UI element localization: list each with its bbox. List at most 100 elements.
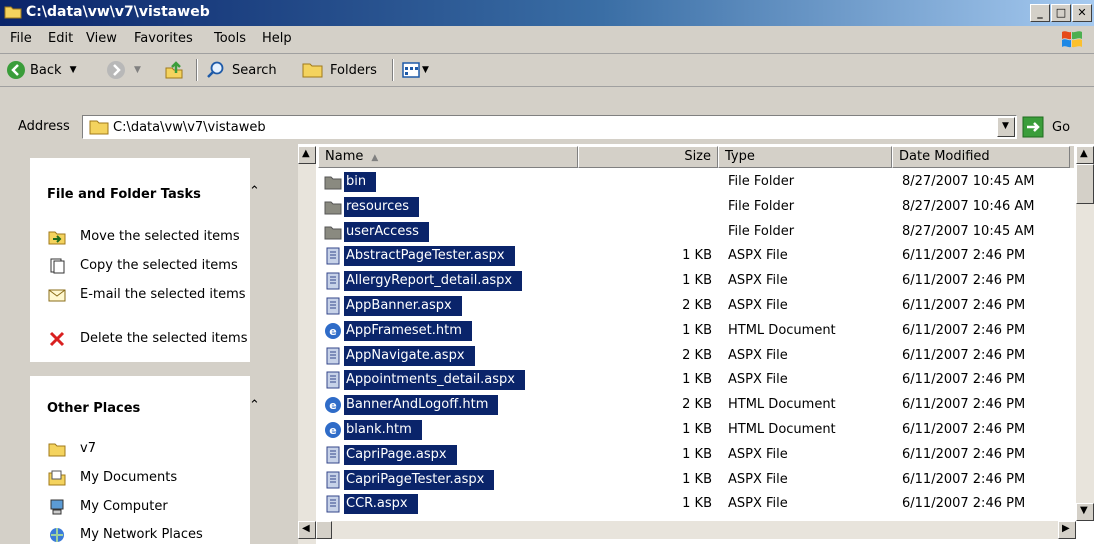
column-header-name[interactable]: Name ▲ [318,146,578,168]
scroll-up-button[interactable]: ▲ [1076,146,1094,164]
file-type: ASPX File [728,446,788,462]
column-label: Type [725,149,755,164]
column-header-size[interactable]: Size [578,146,718,168]
file-row[interactable]: AllergyReport_detail.aspx 1 KB ASPX File 6/… [318,269,1074,293]
file-type: File Folder [728,198,795,214]
file-name: resources [344,196,420,217]
html-document-icon: e [324,421,342,439]
html-document-icon: e [324,322,342,340]
file-name-cell[interactable]: AppBanner.aspx [324,296,462,316]
scroll-thumb[interactable] [1076,164,1094,204]
file-size: 1 KB [682,248,712,264]
file-type: HTML Document [728,422,836,437]
file-name-cell[interactable]: bin [324,172,377,192]
column-header-date[interactable]: Date Modified [892,146,1070,168]
file-type: File Folder [728,174,795,189]
views-icon [402,62,420,78]
maximize-button[interactable]: □ [1051,4,1071,22]
email-icon [48,289,66,302]
up-folder-button[interactable] [164,58,184,82]
search-button[interactable]: Search [206,58,277,82]
file-row[interactable]: e BannerAndLogoff.htm 2 KB HTML Document 6/1… [318,393,1074,417]
file-name: AppFrameset.htm [344,320,472,341]
scroll-thumb[interactable] [316,521,332,539]
file-row[interactable]: bin File Folder 8/27/2007 10:45 AM [318,170,1074,194]
file-date: 6/11/2007 2:46 PM [902,273,1026,289]
network-places-icon [50,528,64,542]
scroll-right-button[interactable]: ▶ [1058,521,1076,539]
file-size: 1 KB [682,446,712,462]
menu-edit[interactable]: Edit [48,31,73,46]
svg-text:e: e [329,424,336,437]
panel-header[interactable]: File and Folder Tasks ⌃ [30,158,260,202]
file-name-cell[interactable]: AppNavigate.aspx [324,345,475,366]
my-computer-icon [50,499,64,515]
windows-logo-icon [1062,31,1082,48]
file-type: ASPX File [728,372,788,388]
file-name-cell[interactable]: e BannerAndLogoff.htm [324,395,499,416]
folders-button[interactable]: Folders [302,58,377,82]
menu-file[interactable]: File [10,31,32,46]
views-button[interactable]: ▼ [402,58,429,82]
file-name-cell[interactable]: AbstractPageTester.aspx [324,246,515,267]
file-row[interactable]: AbstractPageTester.aspx 1 KB ASPX File 6/11… [318,244,1074,268]
file-date: 6/11/2007 2:46 PM [902,471,1026,487]
file-row[interactable]: resources File Folder 8/27/2007 10:46 AM [318,195,1074,219]
file-row[interactable]: e AppFrameset.htm 1 KB HTML Document 6/11/20… [318,319,1074,343]
address-dropdown-button[interactable]: ▼ [997,117,1015,137]
file-date: 6/11/2007 2:46 PM [902,347,1026,363]
file-row[interactable]: userAccess File Folder 8/27/2007 10:45 AM [318,220,1074,244]
file-row[interactable]: CCR.aspx 1 KB ASPX File 6/11/2007 2:46 PM [318,492,1074,516]
svg-text:e: e [329,325,336,338]
file-name-cell[interactable]: AllergyReport_detail.aspx [324,271,523,292]
address-input[interactable]: C:\data\vw\v7\vistaweb ▼ [82,115,1017,139]
scroll-down-button[interactable]: ▼ [1076,503,1094,521]
menu-help[interactable]: Help [262,31,292,46]
menu-view[interactable]: View [86,31,117,46]
scroll-up-button[interactable]: ▲ [298,146,316,164]
file-row[interactable]: CapriPage.aspx 1 KB ASPX File 6/11/2007 2:4… [318,443,1074,467]
file-row[interactable]: AppNavigate.aspx 2 KB ASPX File 6/11/2007 2… [318,344,1074,368]
chevron-down-icon: ▼ [134,65,141,75]
file-row[interactable]: e blank.htm 1 KB HTML Document 6/11/2007 2:4… [318,418,1074,442]
left-pane-scrollbar[interactable]: ▲ ▼ [298,146,316,544]
file-size: 2 KB [682,397,712,413]
panel-title: Other Places [47,401,141,416]
file-name-cell[interactable]: Appointments_detail.aspx [324,370,525,391]
file-name-cell[interactable]: resources [324,196,420,217]
file-row[interactable]: Appointments_detail.aspx 1 KB ASPX File 6/1… [318,368,1074,392]
scroll-left-button[interactable]: ◀ [298,521,316,539]
file-name-cell[interactable]: CapriPageTester.aspx [324,469,495,490]
file-name-cell[interactable]: e AppFrameset.htm [324,320,472,341]
place-label: My Network Places [80,527,203,542]
back-label: Back [30,62,62,78]
file-date: 6/11/2007 2:46 PM [902,248,1026,264]
forward-button[interactable]: ▼ [106,58,141,82]
column-label: Name [325,149,364,164]
column-header-type[interactable]: Type [718,146,892,168]
menu-favorites[interactable]: Favorites [134,31,193,46]
panel-header[interactable]: Other Places ⌃ [30,376,260,420]
close-button[interactable]: ✕ [1072,4,1092,22]
menu-tools[interactable]: Tools [214,31,246,46]
file-name-cell[interactable]: userAccess [324,221,429,242]
file-name: Appointments_detail.aspx [344,370,525,391]
toolbar: Back ▼ ▼ Search Folders ▼ [0,54,1094,87]
file-row[interactable]: CapriPageTester.aspx 1 KB ASPX File 6/11/20… [318,468,1074,492]
file-name: AbstractPageTester.aspx [344,246,515,267]
go-button[interactable]: Go [1022,115,1092,139]
collapse-icon[interactable]: ⌃ [249,398,260,413]
file-list-scrollbar[interactable]: ▲ ▼ [1076,146,1094,521]
sort-ascending-icon: ▲ [371,153,379,163]
file-name-cell[interactable]: CCR.aspx [324,494,418,515]
horizontal-scrollbar[interactable]: ◀ ▶ [298,521,1076,539]
file-name-cell[interactable]: e blank.htm [324,420,422,440]
file-name-cell[interactable]: CapriPage.aspx [324,444,457,465]
minimize-button[interactable]: _ [1030,4,1050,22]
back-button[interactable]: Back ▼ [6,58,76,82]
back-arrow-icon [7,61,25,79]
file-row[interactable]: AppBanner.aspx 2 KB ASPX File 6/11/2007 2:4… [318,294,1074,318]
aspx-file-icon [324,371,342,389]
aspx-file-icon [324,272,342,290]
collapse-icon[interactable]: ⌃ [249,184,260,199]
